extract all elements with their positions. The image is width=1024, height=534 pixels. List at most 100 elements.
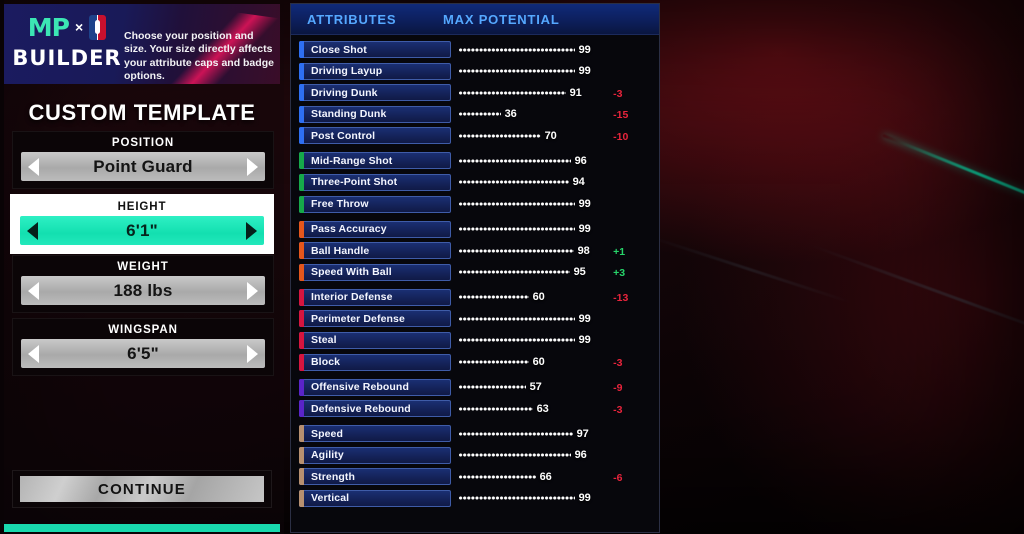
attribute-meter-dots (458, 452, 571, 458)
attribute-accent-bar (299, 195, 304, 213)
attribute-row[interactable]: Free Throw 99 (299, 195, 659, 213)
left-arrow-icon[interactable] (28, 344, 39, 363)
attribute-pill[interactable]: Strength (299, 468, 451, 486)
attribute-label: Ball Handle (311, 244, 370, 257)
attribute-pill[interactable]: Ball Handle (299, 242, 451, 260)
attribute-row[interactable]: Offensive Rebound 57 -9 (299, 378, 659, 396)
attribute-row[interactable]: Vertical 99 (299, 489, 659, 507)
attribute-value: 99 (578, 492, 591, 505)
attribute-meter-dots (458, 316, 575, 322)
attribute-pill[interactable]: Post Control (299, 127, 451, 145)
attribute-group-defense: Interior Defense 60 -13 Perimeter Defense 99… (291, 288, 659, 371)
continue-button-frame[interactable]: CONTINUE (12, 470, 272, 508)
attribute-row[interactable]: Ball Handle 98 +1 (299, 242, 659, 260)
attribute-meter: 63 (458, 400, 604, 417)
field-weight-spinner[interactable]: 188 lbs (21, 276, 265, 305)
field-weight[interactable]: WEIGHT 188 lbs (12, 255, 274, 313)
attribute-row[interactable]: Perimeter Defense 99 (299, 310, 659, 328)
attribute-pill[interactable]: Standing Dunk (299, 105, 451, 123)
attribute-group-playmaking: Pass Accuracy 99 Ball Handle 98 +1 Speed With… (291, 220, 659, 281)
attribute-row[interactable]: Post Control 70 -10 (299, 127, 659, 145)
attribute-pill[interactable]: Free Throw (299, 195, 451, 213)
right-arrow-icon[interactable] (247, 344, 258, 363)
field-height[interactable]: HEIGHT 6'1" (10, 194, 274, 254)
left-arrow-icon[interactable] (27, 221, 38, 240)
attribute-pill[interactable]: Close Shot (299, 41, 451, 58)
attribute-pill[interactable]: Pass Accuracy (299, 220, 451, 238)
attribute-row[interactable]: Agility 96 (299, 446, 659, 464)
attribute-label: Speed With Ball (311, 266, 392, 279)
attribute-meter: 91 (458, 84, 604, 101)
attribute-pill[interactable]: Vertical (299, 489, 451, 507)
attribute-pill[interactable]: Speed With Ball (299, 263, 451, 281)
right-arrow-icon[interactable] (247, 157, 258, 176)
page-title: CUSTOM TEMPLATE (28, 100, 256, 125)
attribute-meter-dots (458, 158, 571, 164)
attribute-pill[interactable]: Defensive Rebound (299, 400, 451, 418)
attribute-accent-bar (299, 220, 304, 238)
attribute-row[interactable]: Steal 99 (299, 331, 659, 349)
attribute-pill[interactable]: Offensive Rebound (299, 378, 451, 396)
field-wingspan-spinner[interactable]: 6'5" (21, 339, 265, 368)
continue-button[interactable]: CONTINUE (20, 476, 264, 502)
attribute-pill[interactable]: Driving Dunk (299, 84, 451, 102)
attribute-meter-dots (458, 90, 566, 96)
left-arrow-icon[interactable] (28, 157, 39, 176)
attribute-meter: 99 (458, 221, 604, 238)
field-wingspan[interactable]: WINGSPAN 6'5" (12, 318, 274, 376)
attribute-row[interactable]: Speed With Ball 95 +3 (299, 263, 659, 281)
attribute-row[interactable]: Speed 97 (299, 425, 659, 443)
attribute-delta: -15 (613, 109, 629, 122)
attribute-pill[interactable]: Block (299, 353, 451, 371)
attribute-row[interactable]: Mid-Range Shot 96 (299, 152, 659, 170)
mp-builder-logo: MP × BUILDER (12, 10, 122, 80)
attribute-pill[interactable]: Three-Point Shot (299, 173, 451, 191)
attribute-row[interactable]: Three-Point Shot 94 (299, 173, 659, 191)
right-arrow-icon[interactable] (246, 221, 257, 240)
mp-logo-text: MP (27, 12, 70, 42)
attribute-delta-wrap: +3 (603, 263, 659, 281)
x-symbol: × (75, 19, 84, 35)
attribute-delta-wrap: -3 (603, 400, 659, 418)
attribute-accent-bar (299, 400, 304, 418)
attribute-meter-dots (458, 248, 574, 254)
attribute-row[interactable]: Close Shot 99 (299, 41, 659, 58)
field-position-spinner[interactable]: Point Guard (21, 152, 265, 181)
attribute-meter: 96 (458, 152, 604, 169)
attribute-meter: 98 (458, 242, 604, 259)
attribute-pill[interactable]: Speed (299, 425, 451, 443)
field-position[interactable]: POSITION Point Guard (12, 131, 274, 189)
attribute-pill[interactable]: Mid-Range Shot (299, 152, 451, 170)
attribute-pill[interactable]: Agility (299, 446, 451, 464)
attribute-meter-dots (458, 111, 501, 117)
attribute-delta: +1 (613, 245, 626, 258)
field-height-spinner[interactable]: 6'1" (20, 216, 264, 245)
attribute-row[interactable]: Strength 66 -6 (299, 468, 659, 486)
attribute-accent-bar (299, 378, 304, 396)
attribute-row[interactable]: Defensive Rebound 63 -3 (299, 400, 659, 418)
right-arrow-icon[interactable] (247, 281, 258, 300)
attribute-row[interactable]: Driving Layup 99 (299, 62, 659, 80)
attribute-row[interactable]: Block 60 -3 (299, 353, 659, 371)
attribute-row[interactable]: Interior Defense 60 -13 (299, 288, 659, 306)
attribute-pill[interactable]: Driving Layup (299, 62, 451, 80)
attribute-meter-dots (458, 201, 575, 207)
attribute-label: Block (311, 356, 341, 369)
attribute-delta: -6 (613, 471, 623, 484)
attribute-label: Agility (311, 449, 344, 462)
attribute-pill[interactable]: Perimeter Defense (299, 310, 451, 328)
attribute-label: Defensive Rebound (311, 402, 411, 415)
attribute-delta: -13 (613, 292, 629, 305)
attribute-row[interactable]: Pass Accuracy 99 (299, 220, 659, 238)
attribute-delta: -3 (613, 403, 623, 416)
attribute-row[interactable]: Standing Dunk 36 -15 (299, 105, 659, 123)
attribute-pill[interactable]: Steal (299, 331, 451, 349)
attribute-label: Steal (311, 334, 337, 347)
left-arrow-icon[interactable] (28, 281, 39, 300)
attribute-meter: 99 (458, 63, 604, 80)
builder-sidebar: MP × BUILDER Choose your position and si… (0, 0, 284, 534)
attribute-pill[interactable]: Interior Defense (299, 288, 451, 306)
attribute-row[interactable]: Driving Dunk 91 -3 (299, 84, 659, 102)
attribute-accent-bar (299, 446, 304, 464)
attribute-label: Driving Layup (311, 65, 383, 78)
